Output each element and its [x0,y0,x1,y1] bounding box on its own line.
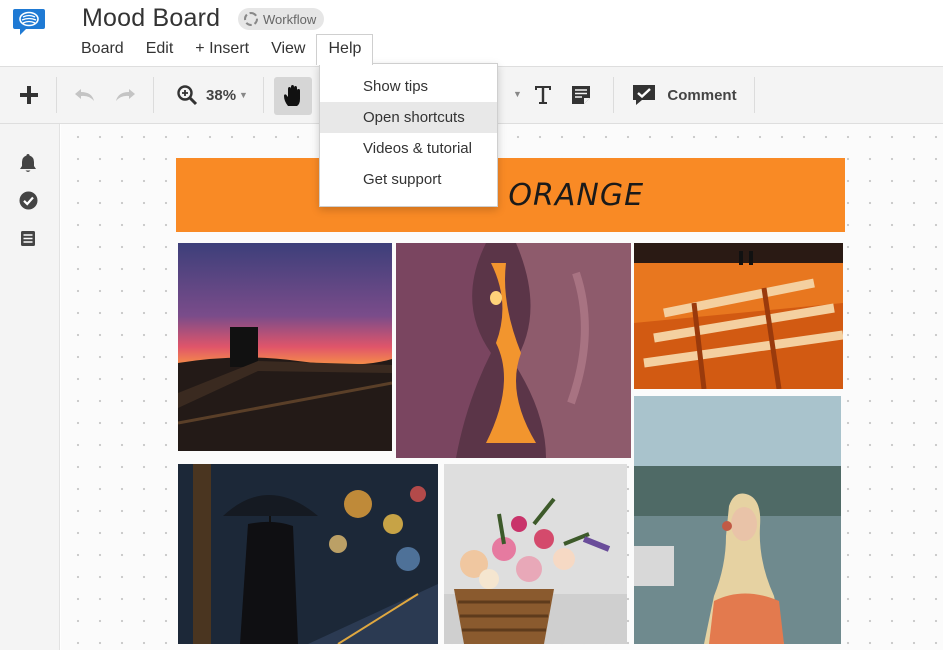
color-banner[interactable]: COLOR: ORANGE [176,158,845,232]
check-circle-icon [19,191,37,209]
photo-slot-canyon[interactable] [396,243,631,458]
plus-icon [20,86,38,104]
board-canvas[interactable]: COLOR: ORANGE [61,124,943,650]
workflow-icon [244,12,258,26]
hand-tool-button[interactable] [274,77,312,115]
tasks-button[interactable] [18,190,38,210]
photo-orange-corridor[interactable] [634,243,843,389]
menu-edit[interactable]: Edit [135,34,185,64]
photo-flower-basket[interactable] [444,464,627,644]
toolbar-divider [613,77,614,113]
redo-button[interactable] [110,67,140,123]
menubar: Board Edit + Insert View Help [70,34,374,65]
list-icon [21,230,35,246]
photo-woman-headphones[interactable] [634,396,841,644]
notifications-button[interactable] [18,153,38,173]
text-tool-button[interactable] [529,67,557,123]
app-header: Mood Board Workflow Board Edit + Insert … [0,0,943,66]
left-rail [0,124,60,650]
undo-button[interactable] [70,67,100,123]
toolbar-divider [754,77,755,113]
redo-icon [116,89,135,101]
menu-item-videos-tutorial[interactable]: Videos & tutorial [320,133,497,164]
menu-item-open-shortcuts[interactable]: Open shortcuts [320,102,497,133]
chevron-down-icon: ▼ [239,90,248,100]
help-menu: Show tips Open shortcuts Videos & tutori… [319,63,498,207]
workflow-label: Workflow [263,11,317,27]
toolbar-divider [56,77,57,113]
text-tool-icon [535,86,551,104]
app-logo-icon[interactable] [12,6,46,36]
menu-item-show-tips[interactable]: Show tips [320,71,497,102]
undo-icon [75,89,94,101]
zoom-control[interactable]: 38% ▼ [170,67,254,123]
bell-icon [20,154,36,172]
menu-item-get-support[interactable]: Get support [320,164,497,195]
menu-board[interactable]: Board [70,34,135,64]
comment-label: Comment [667,86,737,104]
chevron-down-icon[interactable]: ▼ [513,89,522,99]
toolbar-divider [153,77,154,113]
menu-view[interactable]: View [260,34,316,64]
note-tool-button[interactable] [567,67,595,123]
zoom-icon [177,85,198,106]
add-button[interactable] [10,67,48,123]
hand-tool-icon [284,85,300,106]
note-icon [572,86,590,104]
photo-sunset-fence[interactable] [178,243,392,451]
comment-button[interactable]: Comment [628,67,740,123]
photo-umbrella-street[interactable] [178,464,438,644]
workflow-badge[interactable]: Workflow [238,8,325,30]
menu-help[interactable]: Help [316,34,374,65]
comment-icon [633,85,656,105]
toolbar-divider [263,77,264,113]
menu-insert[interactable]: + Insert [184,34,260,64]
board-title[interactable]: Mood Board [82,4,220,33]
outline-button[interactable] [18,228,38,248]
zoom-level: 38% [206,86,237,104]
